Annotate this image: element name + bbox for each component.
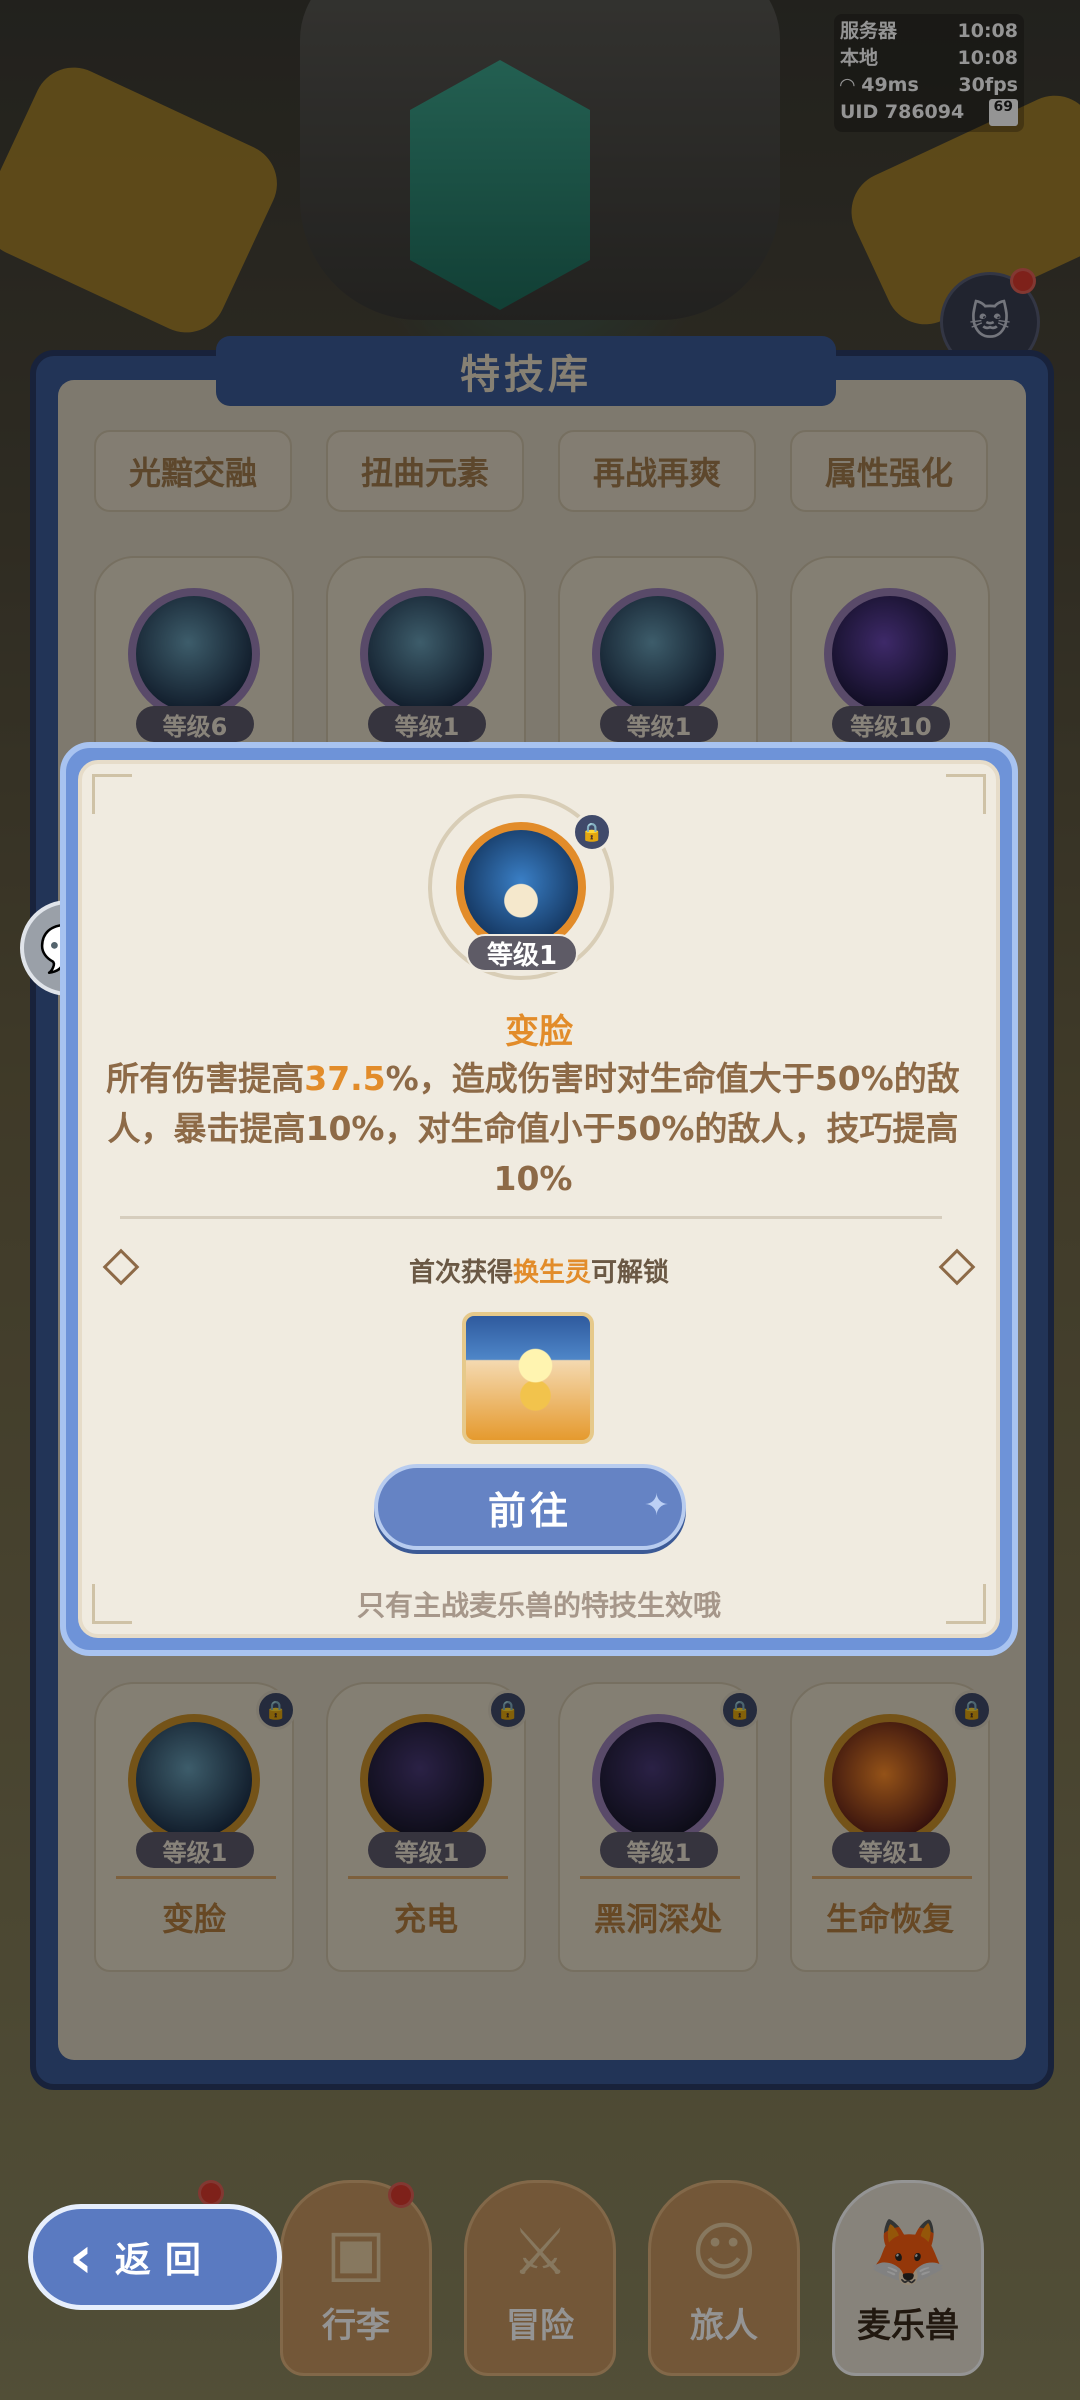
corner-ornament — [946, 774, 986, 814]
back-button[interactable]: ‹ 返回 — [28, 2204, 282, 2310]
back-arrow-icon: ‹ — [69, 2223, 93, 2291]
footnote: 只有主战麦乐兽的特技生效哦 — [356, 1589, 721, 1622]
back-label: 返回 — [114, 2240, 215, 2281]
highlight-value: 37.5 — [304, 1059, 386, 1098]
skill-detail-modal: 🔒 等级1 变脸 所有伤害提高37.5%，造成伤害时对生命值大于50%的敌人，暴… — [60, 742, 1018, 1656]
skill-emblem-icon — [456, 822, 586, 952]
unlock-condition: 首次获得换生灵可解锁 — [408, 1258, 670, 1288]
unlock-item-name: 换生灵 — [512, 1258, 591, 1288]
skill-description: 所有伤害提高37.5%，造成伤害时对生命值大于50%的敌人，暴击提高10%，对生… — [106, 1059, 960, 1198]
goto-button[interactable]: 前往 — [374, 1464, 686, 1550]
divider — [120, 1216, 942, 1219]
skill-title: 变脸 — [505, 1012, 573, 1052]
lock-icon: 🔒 — [572, 812, 612, 852]
modal-content: 🔒 等级1 变脸 所有伤害提高37.5%，造成伤害时对生命值大于50%的敌人，暴… — [78, 760, 1000, 1638]
sparkle-icon: ✦ — [644, 1488, 670, 1523]
corner-ornament — [92, 774, 132, 814]
skill-level: 等级1 — [466, 934, 578, 972]
unlock-item-image[interactable] — [462, 1312, 594, 1444]
